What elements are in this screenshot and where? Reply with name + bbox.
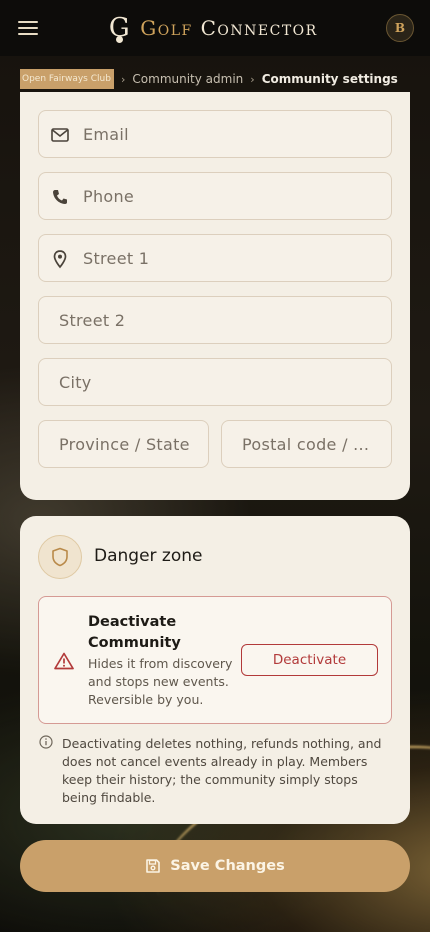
breadcrumb-separator: › [250,72,255,86]
brand-logo[interactable]: G Golf Connector [106,13,317,43]
email-field[interactable]: Email [38,110,392,158]
street2-placeholder: Street 2 [59,310,126,330]
breadcrumb-separator: › [121,72,126,86]
phone-icon [53,190,67,204]
phone-field[interactable]: Phone [38,172,392,220]
postal-code-field[interactable]: Postal code / ... [221,420,392,468]
deactivate-description: Hides it from discovery and stops new ev… [88,656,233,707]
deactivate-title: Deactivate Community [88,614,181,651]
map-pin-icon [53,250,67,269]
street2-field[interactable]: Street 2 [38,296,392,344]
danger-zone-card: Danger zone Deactivate Community Hides i… [20,516,410,824]
golf-logo-icon: G [108,13,130,43]
mail-icon [51,128,69,142]
save-changes-button[interactable]: Save Changes [20,840,410,892]
breadcrumb-current: Community settings [261,72,398,86]
province-field[interactable]: Province / State [38,420,209,468]
info-icon [39,735,53,749]
shield-badge [38,535,82,579]
user-avatar[interactable]: B [386,14,414,42]
city-placeholder: City [59,372,92,392]
deactivate-info-text: Deactivating deletes nothing, refunds no… [62,736,382,805]
deactivate-button[interactable]: Deactivate [241,644,378,676]
floppy-disk-icon [146,859,161,873]
breadcrumb-club-link[interactable]: Open Fairways Club [20,69,114,89]
breadcrumb-admin-link[interactable]: Community admin [132,72,243,86]
shield-icon [52,547,68,567]
contact-address-card: Email Phone Street 1 Street 2 City Provi… [20,92,410,500]
street1-field[interactable]: Street 1 [38,234,392,282]
email-placeholder: Email [83,124,129,144]
city-field[interactable]: City [38,358,392,406]
save-changes-label: Save Changes [170,858,285,874]
danger-zone-title: Danger zone [94,546,203,566]
province-placeholder: Province / State [59,434,190,454]
warning-icon [54,652,74,670]
menu-icon[interactable] [18,21,38,35]
brand-name: Golf Connector [140,16,317,40]
postal-placeholder: Postal code / ... [242,434,370,454]
street1-placeholder: Street 1 [83,248,150,268]
breadcrumb: Open Fairways Club › Community admin › C… [20,68,398,90]
deactivate-panel: Deactivate Community Hides it from disco… [38,596,392,724]
top-app-bar: G Golf Connector B [0,0,430,56]
brand-suffix: Connector [200,16,318,40]
brand-prefix: Golf [140,16,193,40]
phone-placeholder: Phone [83,186,135,206]
